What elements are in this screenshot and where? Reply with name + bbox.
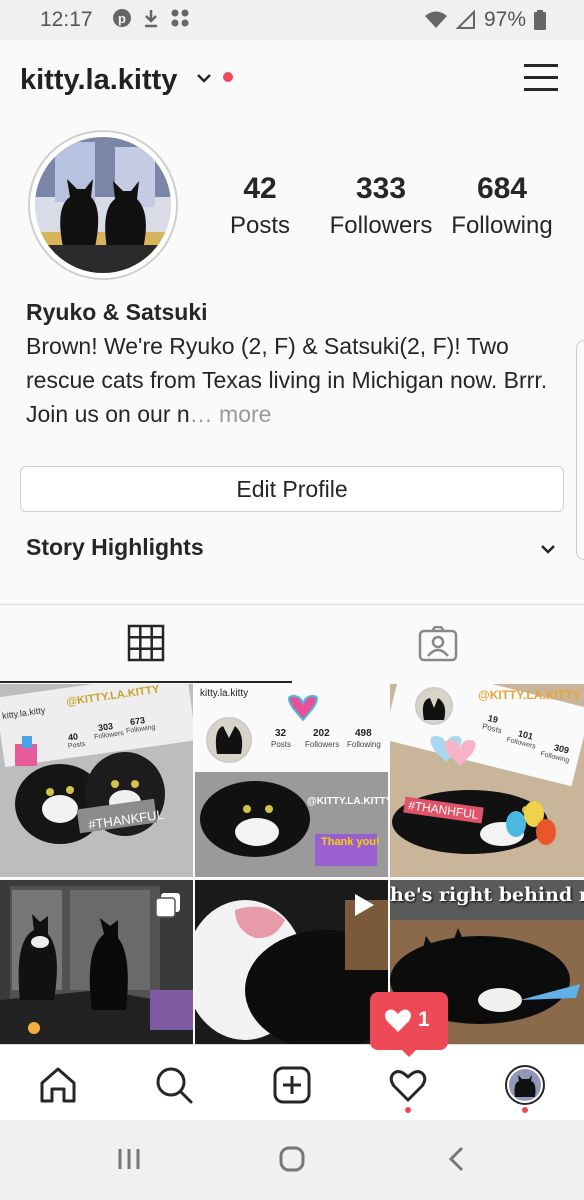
grid-post[interactable]: kitty.la.kitty 32 Posts 202 Followers 49…: [195, 684, 388, 877]
post-overlay-handle: @KITTY.LA.KITTY: [478, 688, 581, 702]
profile-avatar-small: [505, 1065, 545, 1105]
svg-text:p: p: [118, 11, 126, 26]
post-overlay-caption: he's right behind m: [390, 884, 584, 906]
post-overlay-username: kitty.la.kitty: [200, 688, 249, 699]
notification-count: 1: [418, 1008, 430, 1031]
grid-post[interactable]: @KITTY.LA.KITTY 19 Posts 101 Followers 3…: [390, 684, 584, 877]
stat-value: 42: [243, 172, 277, 205]
post-overlay-stat: 498: [355, 728, 372, 739]
post-overlay-stat-label: Following: [347, 740, 381, 749]
recent-apps-icon[interactable]: [116, 1146, 142, 1172]
cats-silhouette-image: [35, 137, 171, 273]
status-icons: p: [112, 8, 192, 28]
status-bar: 12:17 p 97%: [0, 0, 584, 40]
post-overlay-stat-label: Followers: [305, 740, 340, 749]
stat-value: 333: [355, 172, 407, 205]
nav-profile[interactable]: [505, 1065, 545, 1105]
status-right: 97%: [424, 8, 546, 32]
bio-more-link[interactable]: more: [213, 401, 271, 427]
profile-avatar[interactable]: [28, 130, 178, 280]
bio-text-block: Brown! We're Ryuko (2, F) & Satsuki(2, F…: [26, 329, 566, 431]
tab-grid[interactable]: [0, 605, 292, 683]
menu-line: [524, 76, 558, 79]
play-video-icon: [355, 894, 374, 916]
heart-icon: [389, 1070, 427, 1102]
pinterest-icon: p: [113, 9, 131, 27]
post-overlay-stat-label: Posts: [271, 740, 292, 749]
add-post-icon: [273, 1066, 311, 1104]
profile-display-name: Ryuko & Satsuki: [26, 299, 208, 325]
stat-label: Followers: [329, 212, 433, 239]
nav-home[interactable]: [38, 1065, 78, 1105]
grid-icon: [127, 624, 165, 662]
activity-notification-bubble[interactable]: 1: [370, 992, 448, 1057]
stat-following[interactable]: 684 Following: [446, 172, 558, 240]
bubble-tail: [400, 1048, 418, 1057]
nav-new-post[interactable]: [272, 1065, 312, 1105]
post-overlay-stat: 202: [313, 728, 330, 739]
grid-post[interactable]: kitty.la.kitty @KITTY.LA.KITTY 40 Posts …: [0, 684, 193, 877]
carousel-icon: [155, 893, 180, 918]
bio-ellipsis: …: [189, 401, 213, 427]
tab-tagged[interactable]: [292, 605, 584, 683]
profile-notification-dot: [522, 1107, 528, 1113]
profile-tabs: [0, 604, 584, 683]
profile-bio: Ryuko & Satsuki Brown! We're Ryuko (2, F…: [26, 295, 566, 431]
post-overlay-sticker: Thank you!: [321, 836, 380, 848]
tagged-person-icon: [418, 626, 458, 662]
story-highlights-label[interactable]: Story Highlights: [26, 534, 204, 561]
home-icon: [40, 1067, 76, 1103]
stat-posts[interactable]: 42 Posts: [224, 172, 296, 240]
profile-header: kitty.la.kitty: [0, 40, 584, 118]
nav-search[interactable]: [154, 1065, 194, 1105]
post-overlay-handle: @KITTY.LA.KITTY: [307, 796, 388, 807]
bio-text: Brown! We're Ryuko (2, F) & Satsuki(2, F…: [26, 333, 548, 427]
post-grid: kitty.la.kitty @KITTY.LA.KITTY 40 Posts …: [0, 684, 584, 1044]
account-notification-dot: [223, 72, 233, 82]
search-icon: [156, 1067, 193, 1104]
grid-post[interactable]: [195, 880, 388, 1044]
battery-percent: 97%: [483, 8, 526, 31]
post-image: [195, 684, 388, 877]
home-button-icon[interactable]: [279, 1146, 305, 1172]
post-overlay-stat: 32: [275, 728, 287, 739]
download-icon: [145, 10, 157, 28]
stat-label: Posts: [229, 212, 291, 239]
back-icon[interactable]: [444, 1146, 470, 1172]
battery-icon: [534, 10, 546, 30]
heart-icon: [385, 1009, 411, 1032]
wifi-icon: [424, 11, 447, 28]
post-image: [390, 684, 584, 877]
stat-label: Following: [451, 212, 553, 239]
grid-post[interactable]: [0, 880, 193, 1044]
edit-profile-button[interactable]: Edit Profile: [20, 466, 564, 512]
avatar-photo: [35, 137, 171, 273]
nav-activity[interactable]: [388, 1065, 428, 1105]
bottom-nav: [0, 1044, 584, 1120]
chevron-down-icon[interactable]: [540, 543, 556, 555]
activity-notification-dot: [405, 1107, 411, 1113]
stat-value: 684: [476, 172, 528, 205]
clock: 12:17: [40, 8, 93, 31]
menu-line: [524, 64, 558, 67]
signal-icon: [455, 10, 475, 29]
menu-line: [524, 88, 558, 91]
account-username[interactable]: kitty.la.kitty: [20, 64, 177, 97]
side-panel-handle[interactable]: [576, 340, 584, 560]
menu-button[interactable]: [524, 62, 558, 92]
chevron-down-icon[interactable]: [196, 72, 212, 84]
stat-followers[interactable]: 333 Followers: [324, 172, 438, 240]
android-system-nav: [0, 1120, 584, 1200]
apps-icon: [171, 9, 189, 27]
